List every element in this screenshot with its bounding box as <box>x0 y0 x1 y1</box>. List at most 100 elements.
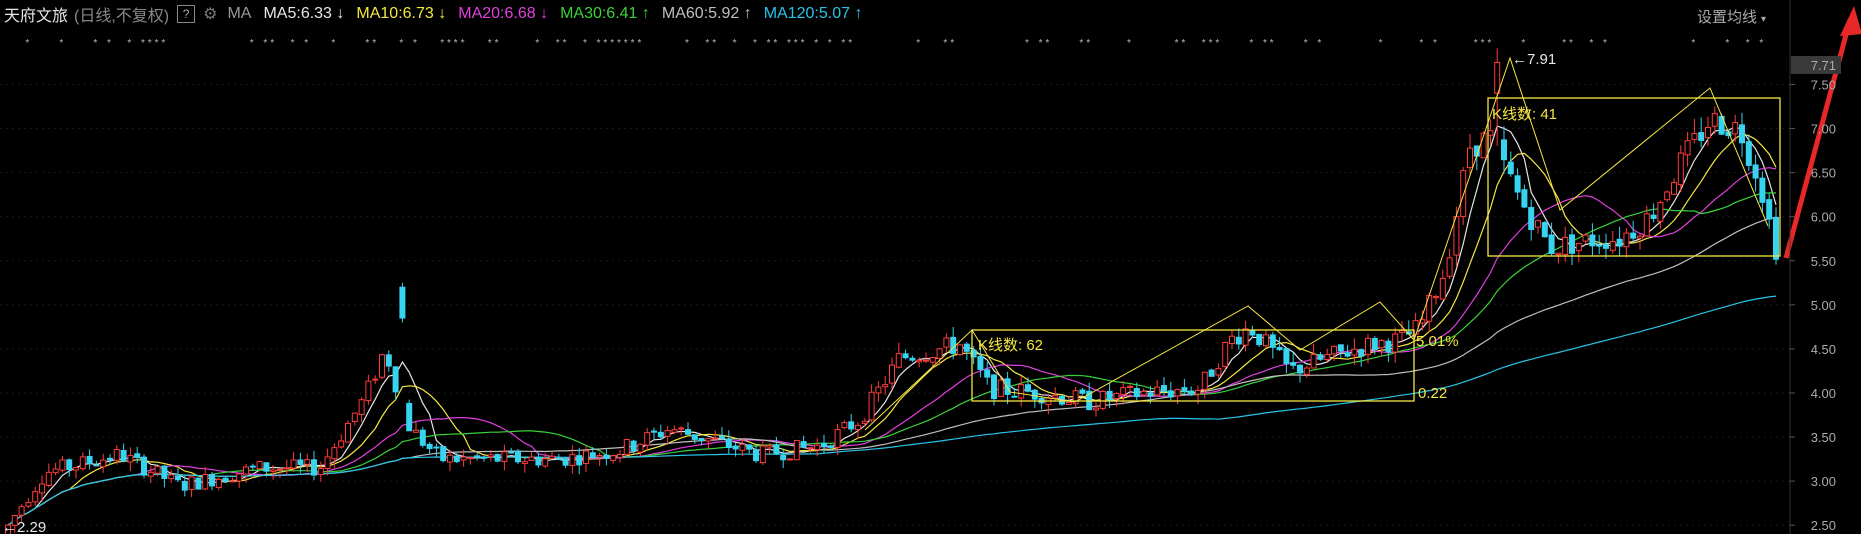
candle-body <box>596 455 603 458</box>
candle-body <box>392 366 399 393</box>
candle-body <box>59 459 66 471</box>
candle-body <box>1514 175 1521 193</box>
y-axis: 7.50 7.00 6.50 6.00 5.50 5.00 4.50 4.00 3.50 3.00… <box>1789 0 1841 534</box>
candle-body <box>821 442 827 448</box>
ma-legend: MA5:6.33 ↓ MA10:6.73 ↓ MA20:6.68 ↓ MA30:6.4… <box>251 5 862 23</box>
candle-body <box>1276 346 1283 351</box>
candle-body <box>256 461 263 470</box>
candle-body <box>460 456 467 461</box>
candle-body <box>807 447 814 450</box>
candle-body <box>1018 384 1025 399</box>
candle-body <box>66 459 73 470</box>
candle-body <box>1222 341 1229 367</box>
candle-body <box>453 455 460 463</box>
candle-body <box>1337 344 1344 352</box>
gear-icon[interactable]: ⚙ <box>203 4 217 24</box>
candle-body <box>1161 385 1167 392</box>
event-mark: * <box>1433 38 1437 49</box>
candle-body <box>1147 392 1154 397</box>
candle-body <box>1011 395 1018 398</box>
event-mark: * <box>637 38 641 49</box>
event-mark: * <box>270 38 274 49</box>
y-tick-label: 5.50 <box>1811 254 1836 269</box>
candle-body <box>1453 216 1460 256</box>
event-mark: * <box>916 38 920 49</box>
event-mark: * <box>1521 38 1525 49</box>
candle-body <box>868 391 875 421</box>
candle-body <box>800 441 807 448</box>
event-mark: * <box>1270 38 1274 49</box>
candle-body <box>943 337 950 348</box>
event-mark: * <box>1079 38 1083 49</box>
candle-body <box>977 356 984 370</box>
candle-body <box>1650 214 1657 219</box>
candle-body <box>406 402 413 432</box>
event-marks: * * * * * * * * * * * * * * * * * * * * * * * * * * * * * * * * * * * * * * * *… <box>25 38 1763 49</box>
event-mark: * <box>148 38 152 49</box>
candle-body <box>1528 207 1535 230</box>
candle-body <box>685 429 691 435</box>
candle-body <box>698 437 705 442</box>
stock-name[interactable]: 天府文旅 <box>4 2 68 26</box>
candle-body <box>834 429 841 448</box>
event-mark: * <box>1691 38 1695 49</box>
candle-body <box>528 456 535 461</box>
candle-body <box>52 468 59 474</box>
candle-body <box>1324 354 1331 360</box>
candle-body <box>1732 122 1739 135</box>
event-mark: * <box>1127 38 1131 49</box>
candle-body <box>270 469 277 472</box>
event-mark: * <box>1249 38 1253 49</box>
candle-body <box>86 455 93 465</box>
candle-body <box>1739 124 1745 144</box>
candle-body <box>25 501 32 507</box>
candle-body <box>1310 353 1317 369</box>
help-button[interactable]: ? <box>177 5 196 23</box>
candle-body <box>773 444 780 455</box>
candle-body <box>419 429 426 446</box>
candle-body <box>283 467 290 470</box>
candle-body <box>113 449 120 461</box>
candle-body <box>1195 389 1201 395</box>
candle-body <box>474 455 481 458</box>
event-mark: * <box>1759 38 1763 49</box>
candle-body <box>222 477 229 483</box>
candle-body <box>345 423 351 443</box>
candle-body <box>1371 337 1378 350</box>
event-mark: * <box>155 38 159 49</box>
candle-body <box>916 359 923 363</box>
ma-settings-button[interactable]: 设置均线 ▾ <box>1697 6 1766 27</box>
candlestick-chart[interactable]: K线数: 62 5.01%0.22K线数: 41←7.91←2.29 7.507.… <box>0 0 1861 534</box>
event-mark: * <box>59 38 63 49</box>
candle-body <box>1507 161 1514 175</box>
candle-body <box>215 478 222 489</box>
event-mark: * <box>563 38 567 49</box>
candle-body <box>39 483 45 494</box>
candle-body <box>481 456 487 459</box>
percent-label: 5.01% <box>1416 333 1459 350</box>
candle-body <box>413 429 419 433</box>
candle-body <box>997 379 1004 397</box>
candle-body <box>1677 152 1684 186</box>
candle-body <box>732 445 739 450</box>
event-mark: * <box>773 38 777 49</box>
candle-body <box>671 429 678 433</box>
candle-body <box>18 506 25 516</box>
candle-body <box>1263 334 1269 347</box>
candle-body <box>651 430 657 433</box>
candle-body <box>236 473 243 482</box>
event-mark: * <box>1474 38 1478 49</box>
candle-body <box>1446 257 1453 277</box>
candle-body <box>889 364 895 384</box>
candle-body <box>1120 387 1127 395</box>
candle-body <box>1351 348 1358 356</box>
event-mark: * <box>1209 38 1213 49</box>
candle-body <box>861 420 868 424</box>
event-mark: * <box>814 38 818 49</box>
event-mark: * <box>733 38 737 49</box>
candle-body <box>1535 220 1541 228</box>
candle-body <box>1752 164 1759 179</box>
candle-body <box>331 447 338 460</box>
candle-body <box>304 459 311 465</box>
event-mark: * <box>461 38 465 49</box>
